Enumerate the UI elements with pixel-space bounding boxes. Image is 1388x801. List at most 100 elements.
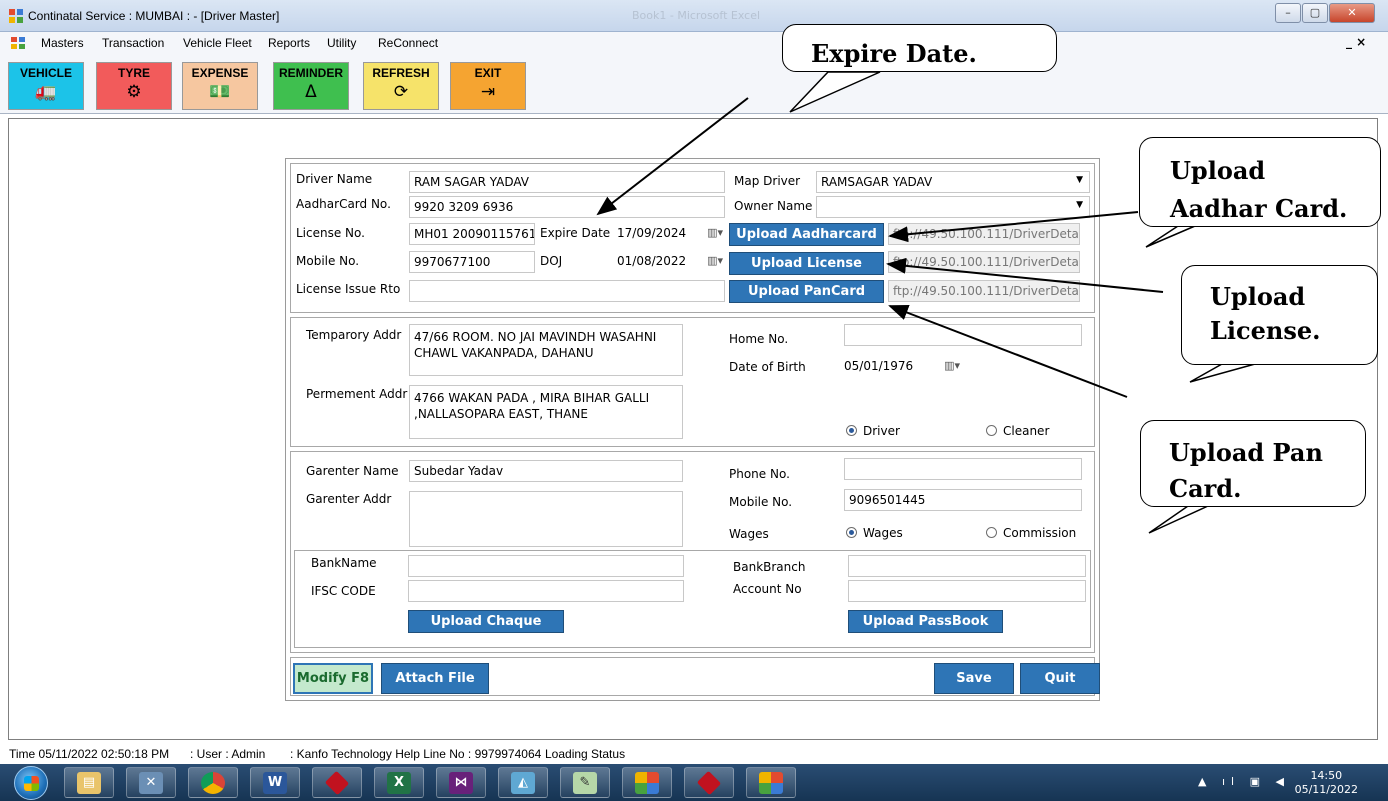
menu-reconnect[interactable]: ReConnect	[378, 36, 438, 50]
exit-button[interactable]: EXIT ⇥	[450, 62, 526, 110]
garenter-addr-field[interactable]	[409, 491, 683, 547]
upload-license-button[interactable]: Upload License	[729, 252, 884, 275]
perm-addr-field[interactable]: 4766 WAKAN PADA , MIRA BIHAR GALLI ,NALL…	[409, 385, 683, 439]
status-bar: Time 05/11/2022 02:50:18 PM : User : Adm…	[0, 744, 1388, 764]
driver-radio[interactable]: Driver	[846, 424, 900, 438]
menu-vehicle-fleet[interactable]: Vehicle Fleet	[183, 36, 252, 50]
aadhar-field[interactable]: 9920 3209 6936	[409, 196, 725, 218]
account-field[interactable]	[848, 580, 1086, 602]
toolbar: VEHICLE 🚛 TYRE ⚙ EXPENSE 💵 REMINDER Δ RE…	[0, 54, 1388, 114]
driver-radio-label: Driver	[863, 424, 900, 438]
bank-name-field[interactable]	[408, 555, 684, 577]
temp-addr-field[interactable]: 47/66 ROOM. NO JAI MAVINDH WASAHNI CHAWL…	[409, 324, 683, 376]
upload-aadharcard-button[interactable]: Upload Aadharcard	[729, 223, 884, 246]
menu-utility[interactable]: Utility	[327, 36, 356, 50]
tyre-button[interactable]: TYRE ⚙	[96, 62, 172, 110]
expire-date-label: Expire Date	[540, 226, 611, 240]
save-button[interactable]: Save	[934, 663, 1014, 694]
red-app-icon[interactable]	[684, 767, 734, 798]
mdi-window-controls[interactable]: _ ×	[1346, 35, 1366, 49]
visual-studio-icon[interactable]: ⋈	[436, 767, 486, 798]
menu-bar: Masters Transaction Vehicle Fleet Report…	[0, 32, 1388, 54]
commission-radio[interactable]: Commission	[986, 526, 1076, 540]
clock[interactable]: 14:50 05/11/2022	[1295, 769, 1358, 797]
start-button[interactable]	[14, 766, 48, 800]
callout-pan-line1: Upload Pan	[1169, 438, 1323, 467]
system-tray: ▲ ıl ▣ ◀ 14:50 05/11/2022	[1158, 764, 1388, 801]
tools-icon[interactable]: ✕	[126, 767, 176, 798]
chevron-down-icon[interactable]: ▼	[1076, 175, 1083, 185]
refresh-button[interactable]: REFRESH ⟳	[363, 62, 439, 110]
mobile-field[interactable]: 9970677100	[409, 251, 535, 273]
aadhar-path-field: ftp://49.50.100.111/DriverDetail	[888, 223, 1080, 245]
license-field[interactable]: MH01 20090115761	[409, 223, 535, 245]
ifsc-field[interactable]	[408, 580, 684, 602]
expire-date-picker[interactable]: 17/09/2024 ▥▾	[617, 223, 725, 245]
issue-rto-label: License Issue Rto	[296, 282, 401, 296]
aadhar-label: AadharCard No.	[296, 197, 391, 211]
windows-app-icon[interactable]	[746, 767, 796, 798]
file-explorer-icon[interactable]: ▤	[64, 767, 114, 798]
menu-reports[interactable]: Reports	[268, 36, 310, 50]
dob-label: Date of Birth	[729, 360, 806, 374]
phone-field[interactable]	[844, 458, 1082, 480]
red-app-icon[interactable]	[312, 767, 362, 798]
home-no-field[interactable]	[844, 324, 1082, 346]
truck-icon: 🚛	[35, 82, 57, 102]
pan-path-field: ftp://49.50.100.111/DriverDetail	[888, 280, 1080, 302]
tyre-icon: ⚙	[126, 82, 142, 102]
wages-radio[interactable]: Wages	[846, 526, 903, 540]
reminder-button-label: REMINDER	[278, 66, 343, 80]
dob-value: 05/01/1976	[844, 359, 914, 373]
upload-pancard-button[interactable]: Upload PanCard	[729, 280, 884, 303]
driver-name-field[interactable]: RAM SAGAR YADAV	[409, 171, 725, 193]
upload-passbook-button[interactable]: Upload PassBook	[848, 610, 1003, 633]
quit-button[interactable]: Quit	[1020, 663, 1100, 694]
license-label: License No.	[296, 226, 365, 240]
bank-branch-field[interactable]	[848, 555, 1086, 577]
tray-icons[interactable]: ▲ ıl ▣ ◀	[1198, 775, 1290, 788]
window-title: Continatal Service : MUMBAI : - [Driver …	[28, 9, 280, 23]
callout-expire-text: Expire Date.	[811, 39, 977, 68]
phone-label: Phone No.	[729, 467, 790, 481]
minimize-button[interactable]: –	[1275, 3, 1301, 23]
close-button[interactable]: ✕	[1329, 3, 1375, 23]
cleaner-radio[interactable]: Cleaner	[986, 424, 1049, 438]
calendar-icon[interactable]: ▥▾	[707, 226, 723, 239]
vehicle-button-label: VEHICLE	[19, 66, 72, 80]
chevron-down-icon[interactable]: ▼	[1076, 200, 1083, 210]
issue-rto-field[interactable]	[409, 280, 725, 302]
callout-upload-pan: Upload Pan Card.	[1140, 420, 1366, 507]
g-mobile-field[interactable]: 9096501445	[844, 489, 1082, 511]
status-help: : Kanfo Technology Help Line No : 997997…	[290, 747, 542, 761]
editor-icon[interactable]: ✎	[560, 767, 610, 798]
maximize-button[interactable]: ▢	[1302, 3, 1328, 23]
excel-icon[interactable]: X	[374, 767, 424, 798]
calendar-icon[interactable]: ▥▾	[707, 254, 723, 267]
modify-button[interactable]: Modify F8	[293, 663, 373, 694]
chrome-icon[interactable]	[188, 767, 238, 798]
windows-app-icon[interactable]	[622, 767, 672, 798]
owner-name-dropdown[interactable]: ▼	[816, 196, 1090, 218]
vehicle-button[interactable]: VEHICLE 🚛	[8, 62, 84, 110]
garenter-name-field[interactable]: Subedar Yadav	[409, 460, 683, 482]
cash-icon: 💵	[209, 82, 231, 102]
notes-icon[interactable]: ◭	[498, 767, 548, 798]
doj-date-picker[interactable]: 01/08/2022 ▥▾	[617, 251, 725, 273]
upload-cheque-button[interactable]: Upload Chaque	[408, 610, 564, 633]
menu-masters[interactable]: Masters	[41, 36, 84, 50]
address-panel: Temparory Addr 47/66 ROOM. NO JAI MAVIND…	[290, 317, 1095, 447]
expense-button[interactable]: EXPENSE 💵	[182, 62, 258, 110]
map-driver-dropdown[interactable]: RAMSAGAR YADAV ▼	[816, 171, 1090, 193]
menu-transaction[interactable]: Transaction	[102, 36, 164, 50]
garenter-addr-label: Garenter Addr	[306, 492, 392, 506]
mobile-label: Mobile No.	[296, 254, 360, 268]
wages-radio-label: Wages	[863, 526, 903, 540]
calendar-icon[interactable]: ▥▾	[944, 359, 960, 372]
attach-file-button[interactable]: Attach File	[381, 663, 489, 694]
cleaner-radio-label: Cleaner	[1003, 424, 1050, 438]
word-icon[interactable]: W	[250, 767, 300, 798]
dob-date-picker[interactable]: 05/01/1976 ▥▾	[844, 356, 962, 378]
reminder-button[interactable]: REMINDER Δ	[273, 62, 349, 110]
bank-name-label: BankName	[311, 556, 377, 570]
